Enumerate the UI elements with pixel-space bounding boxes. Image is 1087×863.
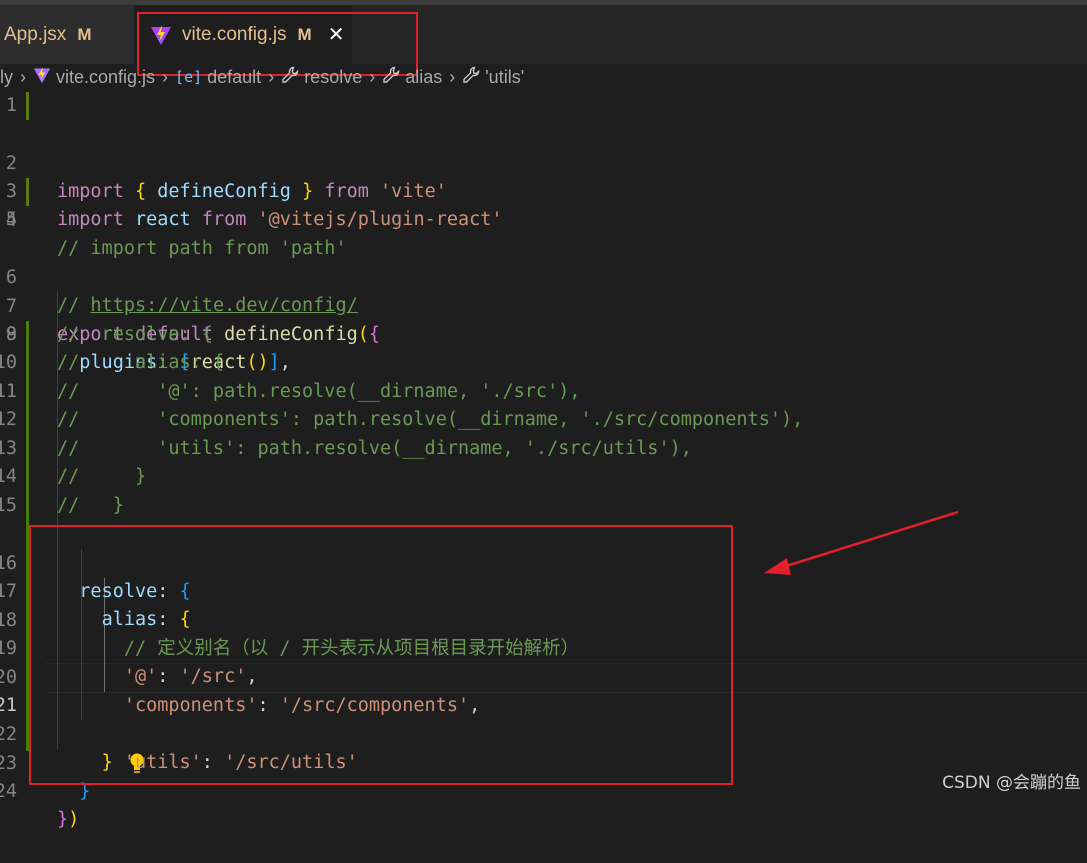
code-comment: // '@': path.resolve(__dirname, './src')… [57, 381, 581, 402]
wrench-icon [281, 66, 299, 89]
tab-app-jsx[interactable]: App.jsx M [0, 5, 134, 64]
chevron-right-icon: › [20, 66, 26, 87]
chevron-right-icon: › [449, 66, 456, 87]
code-comment: // } [57, 466, 147, 487]
chevron-right-icon: › [369, 66, 376, 87]
line-number: 10 [0, 352, 17, 373]
breadcrumb-item[interactable]: resolve [304, 67, 362, 88]
breadcrumb-item[interactable]: alias [405, 67, 442, 88]
vite-icon [33, 66, 51, 89]
line-number: 12 [0, 409, 17, 430]
breadcrumb: ly › vite.config.js › [e] default › reso… [0, 64, 1087, 90]
wrench-icon [462, 66, 480, 89]
code-comment: // 'utils': path.resolve(__dirname, './s… [57, 438, 692, 459]
code-line: }) [57, 809, 80, 831]
code-comment: // resolve: { [57, 324, 213, 345]
line-number: 15 [0, 495, 17, 516]
chevron-right-icon: › [268, 66, 275, 87]
line-number: 5 [5, 209, 17, 230]
line-number: 24 [0, 780, 17, 802]
chevron-right-icon: › [162, 66, 169, 87]
braces-icon: [e] [175, 68, 203, 86]
code-comment: // alias: { [57, 352, 225, 373]
line-number: 11 [0, 381, 17, 402]
breadcrumb-item[interactable]: default [207, 67, 261, 88]
watermark: CSDN @会蹦的鱼 [942, 773, 1081, 793]
code-comment: // 'components': path.resolve(__dirname,… [57, 409, 804, 430]
line-number: 14 [0, 466, 17, 487]
modified-badge: M [77, 24, 92, 44]
breadcrumb-item[interactable]: 'utils' [485, 67, 524, 88]
line-number: 13 [0, 438, 17, 459]
tab-label: App.jsx [4, 23, 67, 45]
code-comment: // } [57, 495, 124, 516]
code-highlight-box [29, 525, 733, 785]
breadcrumb-item[interactable]: vite.config.js [56, 67, 155, 88]
wrench-icon [382, 66, 400, 89]
breadcrumb-item[interactable]: ly [0, 67, 13, 88]
line-number: 1 [5, 95, 17, 116]
line-number: 9 [5, 324, 17, 345]
